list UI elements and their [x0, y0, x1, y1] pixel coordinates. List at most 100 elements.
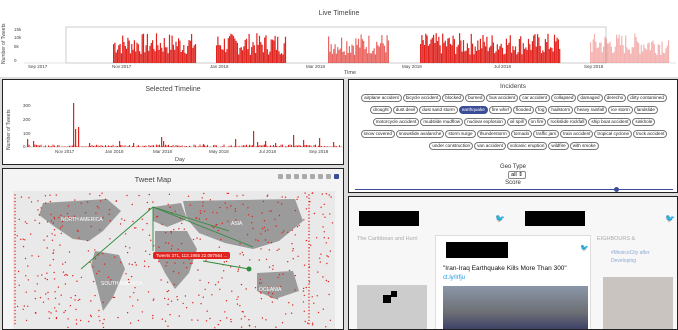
selected-bar — [275, 143, 277, 147]
score-slider-track[interactable] — [355, 189, 673, 190]
incident-tag[interactable]: dirty contamined — [627, 94, 667, 102]
incident-tag[interactable]: oil spill — [506, 118, 527, 126]
incident-tag[interactable]: car accident — [519, 94, 550, 102]
live-bar — [278, 51, 280, 63]
live-bar — [338, 49, 340, 63]
selected-x-tick-2: Mar 2018 — [153, 149, 173, 154]
tweet-point — [99, 200, 102, 202]
tweet-point — [79, 298, 81, 301]
tweet-point — [292, 258, 294, 260]
incident-tag[interactable]: airplane accident — [361, 94, 402, 102]
incident-tag[interactable]: drought — [370, 106, 392, 114]
selected-bar — [171, 146, 172, 147]
tweet-point — [14, 290, 16, 292]
geo-type-select[interactable]: all ⇕ — [508, 171, 526, 179]
live-bar — [142, 33, 145, 63]
incident-tag[interactable]: with smoke — [569, 142, 599, 150]
tweet-point — [62, 263, 64, 265]
incident-tag[interactable]: flooded — [512, 106, 534, 114]
incident-tag[interactable]: fog — [535, 106, 548, 114]
tweet-point — [278, 274, 281, 276]
incident-tag[interactable]: truck accident — [633, 130, 668, 138]
tweet-point — [161, 223, 163, 225]
tweet-point — [14, 227, 16, 229]
tweet-point — [147, 291, 150, 293]
incident-tag[interactable]: bicycle accident — [402, 94, 442, 102]
live-bar — [360, 34, 362, 63]
tweet-point — [241, 251, 243, 254]
incident-tag[interactable]: mudslide mudflow — [420, 118, 464, 126]
live-bar — [188, 40, 190, 63]
live-bar — [599, 42, 601, 63]
incident-tag[interactable]: under construction — [429, 142, 474, 150]
incident-tag[interactable]: dust devil — [392, 106, 419, 114]
incident-tag[interactable]: heavy rainfall — [574, 106, 608, 114]
incident-tag[interactable]: volcanic eruption — [506, 142, 548, 150]
incident-tag[interactable]: collapsed — [551, 94, 577, 102]
incident-tag[interactable]: landslide — [633, 106, 658, 114]
world-map[interactable] — [3, 169, 344, 330]
featured-tweet-card[interactable]: 🐦 "Iran-Iraq Earthquake Kills More Than … — [435, 235, 591, 329]
tweet-point — [115, 200, 118, 202]
incident-tag[interactable]: traffic jam — [533, 130, 560, 138]
live-bar — [372, 50, 374, 63]
incident-tag[interactable]: nuclear explosion — [464, 118, 506, 126]
incident-tag[interactable]: ship boat accident — [588, 118, 632, 126]
live-bar — [452, 35, 454, 63]
incident-tag[interactable]: bus accident — [486, 94, 519, 102]
tweet-point — [52, 252, 55, 254]
tweet-point — [167, 303, 169, 306]
incident-tag[interactable]: wildfire — [548, 142, 569, 150]
tweet-point — [75, 319, 78, 321]
tweet-point — [292, 304, 294, 306]
incident-tag[interactable]: burned — [465, 94, 486, 102]
incident-tag[interactable]: motorcycle accident — [372, 118, 420, 126]
tweet-point — [223, 261, 226, 263]
live-bar — [218, 45, 220, 63]
incident-tag[interactable]: van accident — [474, 142, 506, 150]
live-bar — [140, 53, 142, 63]
incident-tag[interactable]: thunderstorm — [476, 130, 510, 138]
tweet-point — [308, 204, 310, 206]
incident-tag[interactable]: dust sand storm — [419, 106, 458, 114]
incident-tag[interactable]: rockslide rockfall — [547, 118, 588, 126]
tweet-point — [48, 311, 50, 313]
incident-tag[interactable]: tornado — [510, 130, 533, 138]
tweet-point — [246, 234, 249, 236]
selected-bar — [93, 145, 94, 147]
incident-tag[interactable]: earthquake — [458, 106, 488, 114]
incident-tag[interactable]: snowslide avalanche — [395, 130, 445, 138]
live-x-tick-0: Sep 2017 — [28, 64, 48, 69]
live-bar — [159, 42, 161, 63]
incident-tag[interactable]: snow covered — [360, 130, 395, 138]
tweet-link[interactable]: ct.ly/lrfju — [443, 275, 465, 281]
incident-tag[interactable]: fire whirl — [488, 106, 512, 114]
incident-tag[interactable]: ice storm — [608, 106, 633, 114]
live-bar — [382, 43, 384, 63]
selected-bar — [181, 145, 183, 147]
tweet-point — [14, 204, 16, 206]
live-bar — [265, 35, 267, 63]
incident-tag[interactable]: blocked — [442, 94, 465, 102]
live-bar — [468, 48, 470, 63]
incident-tag[interactable]: derecho — [603, 94, 627, 102]
bg-image-right — [603, 277, 673, 329]
incident-tag[interactable]: train accident — [560, 130, 594, 138]
tweet-point — [167, 298, 170, 300]
tweet-point — [150, 239, 152, 241]
tweet-point — [37, 209, 39, 211]
incident-tag[interactable]: damaged — [577, 94, 603, 102]
score-slider-handle[interactable] — [614, 187, 619, 192]
tweet-point — [223, 270, 225, 272]
tweet-point — [296, 198, 298, 201]
tweet-point — [152, 299, 154, 301]
tweet-point — [24, 257, 27, 260]
redacted-avatar-2 — [525, 211, 585, 226]
incident-tag[interactable]: storm surge — [445, 130, 476, 138]
incident-tag[interactable]: hailstorm — [548, 106, 574, 114]
incident-tag[interactable]: on fire — [527, 118, 547, 126]
incident-tag[interactable]: tropical cyclone — [594, 130, 633, 138]
incident-tag[interactable]: sinkhole — [632, 118, 656, 126]
live-timeline-chart[interactable] — [0, 0, 678, 77]
live-bar — [343, 51, 345, 63]
